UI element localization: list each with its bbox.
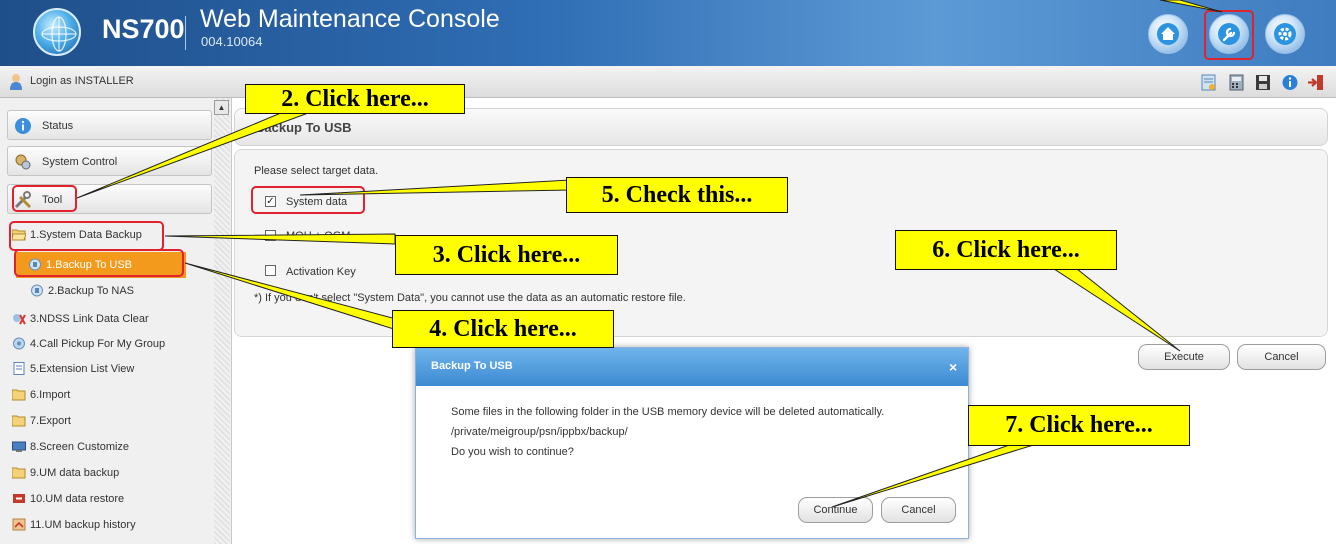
tree-item-extension-list-view[interactable]: 5.Extension List View	[0, 356, 212, 382]
restore-icon	[13, 494, 25, 503]
dialog-message-line-1: Some files in the following folder in th…	[451, 406, 885, 418]
notepad-icon[interactable]	[1200, 74, 1218, 91]
cancel-button[interactable]: Cancel	[1237, 344, 1326, 370]
activation-key-checkbox[interactable]	[265, 265, 276, 276]
settings-button[interactable]	[1265, 14, 1305, 54]
tree-item-um-data-restore[interactable]: 10.UM data restore	[0, 486, 212, 512]
tree-item-um-backup-history[interactable]: 11.UM backup history	[0, 512, 212, 538]
history-icon	[12, 518, 26, 531]
confirm-dialog: Backup To USB × Some files in the follow…	[415, 347, 969, 539]
execute-button[interactable]: Execute	[1138, 344, 1230, 370]
tree-item-import[interactable]: 6.Import	[0, 382, 212, 408]
dialog-folder-path: /private/meigroup/psn/ippbx/backup/	[451, 426, 628, 438]
dialog-cancel-button[interactable]: Cancel	[881, 497, 956, 523]
continue-button[interactable]: Continue	[798, 497, 873, 523]
tree-item-label: 3.NDSS Link Data Clear	[30, 313, 149, 325]
tree-item-ndss-link-data-clear[interactable]: 3.NDSS Link Data Clear	[0, 306, 212, 332]
tree-item-label: 9.UM data backup	[30, 467, 120, 479]
console-title: Web Maintenance Console	[200, 5, 500, 33]
globe-logo-icon	[33, 8, 81, 56]
callout-step-3: 3. Click here...	[395, 235, 618, 275]
nas-icon	[31, 284, 43, 297]
sidebar-item-system-control[interactable]: System Control	[7, 146, 212, 176]
callout-step-2: 2. Click here...	[245, 84, 465, 114]
tree-item-export[interactable]: 7.Export	[0, 408, 212, 434]
sidebar-item-label: System Control	[42, 156, 118, 168]
backup-to-usb-highlight	[14, 249, 184, 277]
tree-item-label: 5.Extension List View	[30, 363, 135, 375]
moh-ogm-checkbox[interactable]	[265, 230, 276, 241]
phone-book-icon[interactable]	[1228, 74, 1246, 91]
product-name: NS700	[102, 14, 185, 44]
system-data-backup-highlight	[9, 221, 164, 251]
tree-item-label: 10.UM data restore	[30, 493, 125, 505]
scroll-up-arrow-icon[interactable]: ▲	[214, 100, 229, 115]
tool-highlight	[12, 185, 77, 212]
tree-item-call-pickup[interactable]: 4.Call Pickup For My Group	[0, 331, 212, 357]
pickup-icon	[13, 337, 25, 350]
system-data-highlight	[251, 186, 365, 214]
folder-icon	[12, 389, 26, 401]
info-icon[interactable]	[1281, 74, 1299, 91]
tree-item-label: 2.Backup To NAS	[48, 285, 135, 297]
tree-item-label: 8.Screen Customize	[30, 441, 130, 453]
note-text: *) If you don't select "System Data", yo…	[254, 292, 686, 304]
dialog-message-line-3: Do you wish to continue?	[451, 446, 574, 458]
tree-item-screen-customize[interactable]: 8.Screen Customize	[0, 434, 212, 460]
list-icon	[13, 362, 25, 375]
user-icon	[10, 74, 22, 90]
callout-step-7: 7. Click here...	[968, 405, 1190, 446]
sidebar-item-status[interactable]: Status	[7, 110, 212, 140]
folder-icon	[12, 415, 26, 427]
moh-ogm-label: MOH + OGM	[286, 230, 351, 242]
tree-item-label: 7.Export	[30, 415, 71, 427]
info-circle-icon	[15, 118, 31, 134]
home-button[interactable]	[1148, 14, 1188, 54]
gear-icon	[1274, 23, 1296, 45]
tree-item-um-data-backup[interactable]: 9.UM data backup	[0, 460, 212, 486]
callout-step-4: 4. Click here...	[392, 310, 614, 348]
app-header: NS700 Web Maintenance Console 004.10064	[0, 0, 1336, 66]
version-number: 004.10064	[201, 34, 263, 49]
tool-button-highlight	[1204, 10, 1254, 60]
sidebar: ▲ Status System Control Tool 1.System Da…	[0, 98, 232, 544]
link-clear-icon	[13, 314, 26, 325]
home-icon	[1157, 23, 1179, 45]
page-title: Backup To USB	[255, 120, 352, 135]
tree-item-label: 6.Import	[30, 389, 71, 401]
tree-item-label: 4.Call Pickup For My Group	[30, 338, 166, 350]
login-bar: Login as INSTALLER	[0, 66, 1336, 98]
callout-step-5: 5. Check this...	[566, 177, 788, 213]
close-icon[interactable]: ×	[949, 359, 957, 375]
save-icon[interactable]	[1254, 74, 1272, 91]
sidebar-item-label: Status	[42, 120, 74, 132]
sidebar-scrollbar[interactable]	[214, 98, 230, 544]
dialog-title: Backup To USB	[431, 360, 513, 372]
folder-icon	[12, 467, 26, 479]
screen-icon	[12, 441, 26, 452]
header-divider	[185, 16, 186, 50]
callout-step-6: 6. Click here...	[895, 230, 1117, 270]
instruction-text: Please select target data.	[254, 165, 379, 177]
tree-item-label: 11.UM backup history	[30, 519, 136, 531]
logout-icon[interactable]	[1307, 74, 1325, 91]
login-status: Login as INSTALLER	[30, 75, 134, 87]
activation-key-label: Activation Key	[286, 266, 356, 278]
gears-icon	[15, 154, 31, 170]
tree-item-backup-to-nas[interactable]: 2.Backup To NAS	[0, 278, 212, 304]
